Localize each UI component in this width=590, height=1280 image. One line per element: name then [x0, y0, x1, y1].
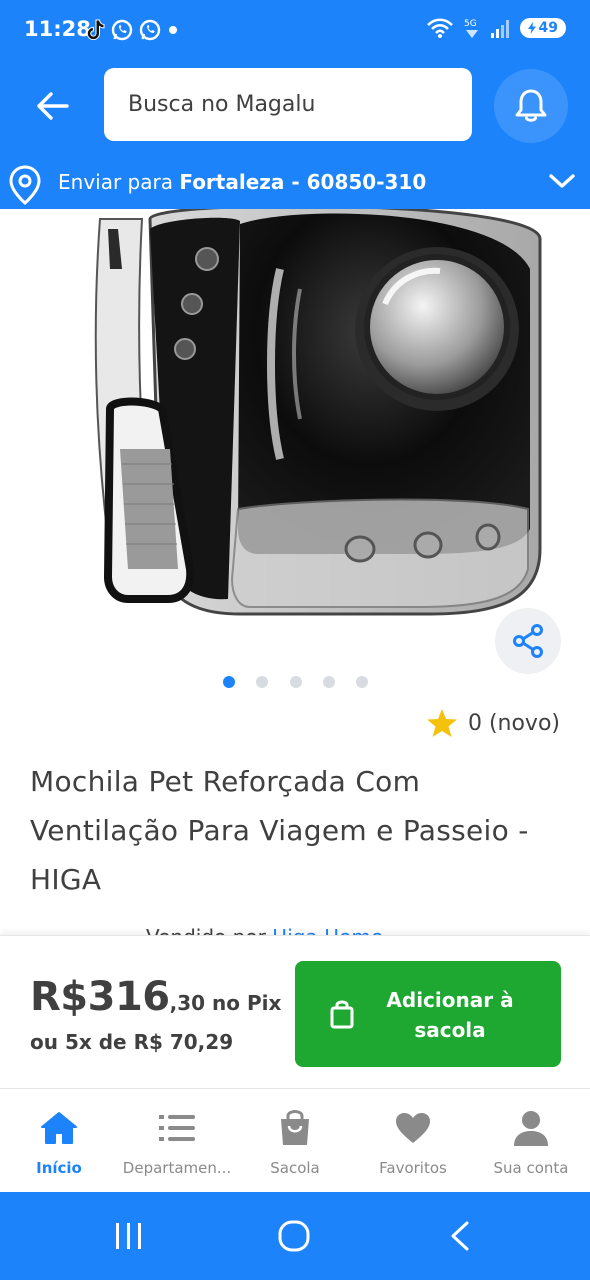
delivery-location-selector[interactable]: Enviar para Fortaleza - 60850-310 — [0, 156, 590, 208]
shopping-bag-icon — [330, 1000, 354, 1029]
delivery-prefix: Enviar para — [58, 170, 173, 194]
carousel-dot[interactable] — [290, 676, 302, 688]
bell-icon — [515, 89, 547, 122]
delivery-label: Enviar para Fortaleza - 60850-310 — [58, 170, 426, 194]
location-pin-icon — [9, 165, 41, 205]
price-pix: R$316,30 no Pix — [30, 974, 281, 1020]
nav-item-sacola[interactable]: Sacola — [236, 1089, 354, 1193]
nav-label: Favoritos — [379, 1159, 447, 1177]
recents-button[interactable] — [99, 1214, 159, 1258]
carousel-dot[interactable] — [256, 676, 268, 688]
nav-label: Sua conta — [493, 1159, 569, 1177]
product-image-carousel[interactable] — [0, 209, 590, 669]
nav-label: Departamen... — [122, 1159, 232, 1177]
heart-icon — [394, 1107, 432, 1149]
header: 11:28 5G 49 Busca no Magalu Enviar para … — [0, 0, 590, 209]
carousel-dot[interactable] — [356, 676, 368, 688]
tiktok-icon — [86, 19, 105, 41]
search-input[interactable] — [126, 91, 450, 118]
status-bar: 11:28 5G 49 — [0, 0, 590, 62]
system-navigation-bar — [0, 1192, 590, 1280]
wifi-icon — [426, 18, 453, 38]
purchase-bar: R$316,30 no Pix ou 5x de R$ 70,29 Adicio… — [0, 935, 590, 1089]
price-integer: R$316 — [30, 974, 170, 1020]
chevron-down-icon — [549, 174, 575, 188]
status-time: 11:28 — [24, 17, 91, 41]
share-button[interactable] — [495, 608, 561, 674]
battery-level: 49 — [538, 20, 558, 36]
system-status-icons: 5G 49 — [426, 16, 566, 40]
home-circle-icon — [278, 1220, 310, 1252]
add-to-bag-label: Adicionar à sacola — [386, 988, 514, 1042]
installments-text: ou 5x de R$ 70,29 — [30, 1030, 234, 1054]
back-button[interactable] — [28, 82, 76, 130]
nav-label: Sacola — [270, 1159, 320, 1177]
bag-icon — [278, 1107, 312, 1149]
carousel-dot[interactable] — [223, 676, 235, 688]
svg-text:5G: 5G — [464, 19, 477, 29]
nav-item-favoritos[interactable]: Favoritos — [354, 1089, 472, 1193]
add-to-bag-button[interactable]: Adicionar à sacola — [295, 961, 561, 1067]
app-screen: 11:28 5G 49 Busca no Magalu Enviar para … — [0, 0, 590, 1280]
product-photo — [94, 209, 542, 616]
whatsapp-icon — [139, 19, 161, 41]
charging-icon — [527, 22, 536, 34]
carousel-indicators — [0, 676, 590, 688]
5g-icon: 5G — [464, 19, 478, 38]
share-icon — [513, 624, 543, 658]
rating-value: 0 (novo) — [467, 710, 560, 736]
home-icon — [40, 1107, 78, 1149]
arrow-left-icon — [37, 92, 69, 120]
back-chevron-icon — [451, 1221, 469, 1251]
notifications-button[interactable] — [494, 69, 568, 143]
whatsapp-icon — [111, 19, 133, 41]
signal-icon — [490, 20, 509, 38]
user-icon — [512, 1107, 550, 1149]
bottom-navigation: Início Departamen... Sacola Favoritos Su… — [0, 1088, 590, 1193]
star-icon — [426, 709, 457, 737]
list-icon — [158, 1107, 196, 1149]
dot-icon — [169, 26, 177, 34]
search-bar[interactable] — [104, 68, 472, 141]
price-cents-pix: ,30 no Pix — [169, 991, 282, 1015]
battery-icon: 49 — [519, 18, 566, 38]
delivery-location: Fortaleza - 60850-310 — [179, 170, 427, 194]
notification-icons — [84, 18, 180, 42]
product-rating[interactable]: 0 (novo) — [426, 708, 560, 738]
nav-item-inicio[interactable]: Início — [0, 1089, 118, 1193]
carousel-dot[interactable] — [323, 676, 335, 688]
nav-item-departamentos[interactable]: Departamen... — [118, 1089, 236, 1193]
nav-label: Início — [36, 1159, 82, 1177]
product-title: Mochila Pet Reforçada Com Ventilação Par… — [30, 765, 529, 896]
home-button[interactable] — [264, 1214, 324, 1258]
recents-icon — [116, 1223, 141, 1249]
back-system-button[interactable] — [430, 1214, 490, 1258]
nav-item-sua-conta[interactable]: Sua conta — [472, 1089, 590, 1193]
